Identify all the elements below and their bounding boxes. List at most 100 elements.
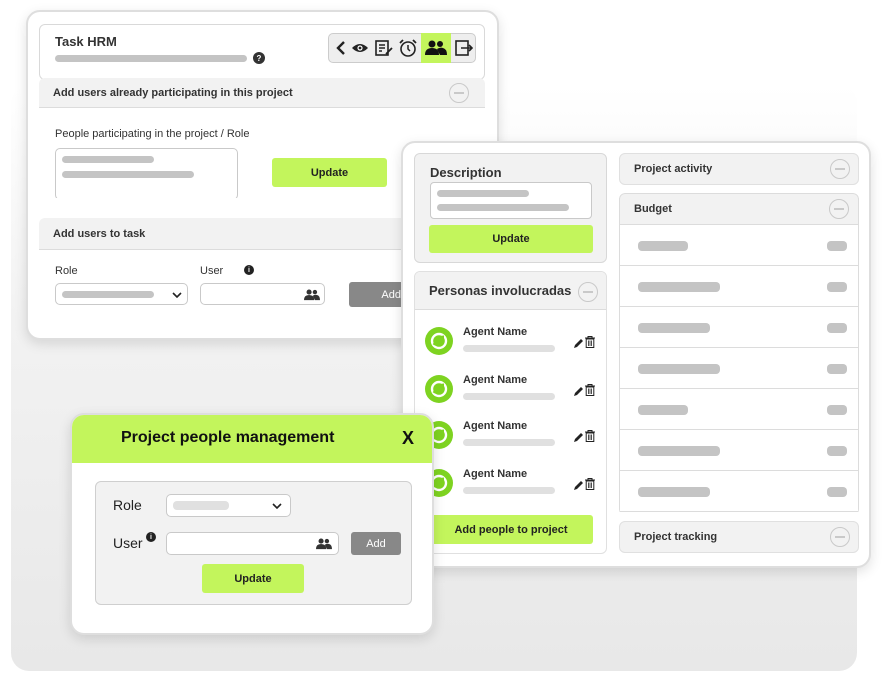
placeholder-bar — [827, 405, 847, 415]
task-toolbar — [328, 33, 476, 63]
placeholder-bar — [827, 323, 847, 333]
role-select[interactable] — [55, 283, 188, 305]
users-icon[interactable] — [316, 537, 332, 551]
placeholder-bar — [62, 156, 154, 163]
budget-row — [619, 389, 859, 430]
users-icon[interactable] — [304, 288, 320, 301]
placeholder-bar — [827, 282, 847, 292]
modal-add-button[interactable]: Add — [351, 532, 401, 555]
edit-icon[interactable] — [573, 430, 584, 448]
placeholder-bar — [638, 282, 720, 292]
placeholder-bar — [173, 501, 229, 510]
user-input[interactable] — [200, 283, 325, 305]
agent-name: Agent Name — [463, 326, 528, 338]
placeholder-bar — [638, 446, 720, 456]
modal-user-input[interactable] — [166, 532, 339, 555]
placeholder-bar — [62, 171, 194, 178]
collapse-icon[interactable] — [449, 83, 469, 103]
collapse-icon[interactable] — [578, 282, 598, 302]
placeholder-bar — [638, 323, 710, 333]
info-icon: i — [146, 532, 156, 542]
budget-title: Budget — [634, 203, 672, 215]
close-icon[interactable]: X — [402, 428, 414, 449]
chevron-left-icon[interactable] — [332, 38, 350, 58]
eye-icon[interactable] — [349, 38, 371, 58]
budget-row — [619, 307, 859, 348]
agent-row: Agent Name — [415, 372, 606, 412]
export-icon[interactable] — [453, 38, 475, 58]
people-role-label: People participating in the project / Ro… — [55, 128, 250, 140]
placeholder-bar — [463, 439, 555, 446]
placeholder-bar — [437, 204, 569, 211]
info-icon: i — [244, 265, 254, 275]
placeholder-bar — [638, 487, 710, 497]
placeholder-bar — [638, 405, 688, 415]
budget-header[interactable]: Budget — [619, 193, 859, 225]
description-title: Description — [430, 165, 502, 180]
budget-row — [619, 471, 859, 512]
project-activity-section[interactable]: Project activity — [619, 153, 859, 185]
update-button[interactable]: Update — [429, 225, 593, 253]
participating-section-title: Add users already participating in this … — [53, 86, 293, 99]
placeholder-bar — [827, 364, 847, 374]
modal-header: Project people management X — [72, 415, 432, 463]
agent-name: Agent Name — [463, 468, 528, 480]
modal-user-label: User — [113, 535, 143, 551]
help-icon[interactable]: ? — [253, 52, 265, 64]
add-button[interactable]: Add — [349, 282, 409, 307]
collapse-icon[interactable] — [830, 527, 850, 547]
placeholder-bar — [463, 345, 555, 352]
people-panel: Personas involucradas Agent Name Agent Na… — [414, 271, 607, 554]
project-tracking-section[interactable]: Project tracking — [619, 521, 859, 553]
edit-icon[interactable] — [573, 336, 584, 354]
trash-icon[interactable] — [585, 335, 595, 353]
placeholder-bar — [827, 446, 847, 456]
chevron-down-icon — [170, 288, 184, 302]
project-activity-title: Project activity — [634, 163, 713, 175]
trash-icon[interactable] — [585, 383, 595, 401]
user-label: User — [200, 265, 224, 277]
placeholder-bar — [638, 364, 720, 374]
agent-name: Agent Name — [463, 420, 528, 432]
document-edit-icon[interactable] — [373, 38, 395, 58]
edit-icon[interactable] — [573, 478, 584, 496]
alarm-clock-icon[interactable] — [397, 38, 419, 58]
people-role-list[interactable] — [55, 148, 238, 198]
modal-update-button[interactable]: Update — [202, 564, 304, 593]
budget-section: Budget — [619, 193, 859, 515]
agent-row: Agent Name — [415, 466, 606, 506]
budget-row — [619, 348, 859, 389]
people-management-modal: Project people management X Role User i … — [70, 413, 434, 635]
participating-section-header[interactable]: Add users already participating in this … — [39, 78, 485, 108]
add-to-task-title: Add users to task — [53, 227, 146, 240]
add-people-button[interactable]: Add people to project — [429, 515, 593, 544]
task-title-placeholder-bar — [55, 55, 247, 62]
agent-avatar-icon — [425, 375, 453, 403]
project-tracking-title: Project tracking — [634, 531, 718, 543]
placeholder-bar — [827, 241, 847, 251]
agent-avatar-icon — [425, 327, 453, 355]
trash-icon[interactable] — [585, 429, 595, 447]
agent-name: Agent Name — [463, 374, 528, 386]
task-header: Task HRM ? — [39, 24, 485, 80]
agent-row: Agent Name — [415, 418, 606, 458]
modal-form: Role User i Add Update — [95, 481, 412, 605]
agent-row: Agent Name — [415, 324, 606, 364]
modal-role-select[interactable] — [166, 494, 291, 517]
collapse-icon[interactable] — [829, 199, 849, 219]
users-icon[interactable] — [421, 33, 451, 63]
project-card: Description Update Personas involucradas… — [401, 141, 871, 568]
update-button[interactable]: Update — [272, 158, 387, 187]
people-panel-title: Personas involucradas — [429, 283, 572, 298]
chevron-down-icon — [270, 499, 284, 513]
placeholder-bar — [62, 291, 154, 298]
budget-row — [619, 266, 859, 307]
description-field[interactable] — [430, 182, 592, 219]
role-label: Role — [55, 265, 78, 277]
trash-icon[interactable] — [585, 477, 595, 495]
budget-row — [619, 430, 859, 471]
placeholder-bar — [638, 241, 688, 251]
edit-icon[interactable] — [573, 384, 584, 402]
collapse-icon[interactable] — [830, 159, 850, 179]
task-title: Task HRM — [55, 34, 117, 49]
